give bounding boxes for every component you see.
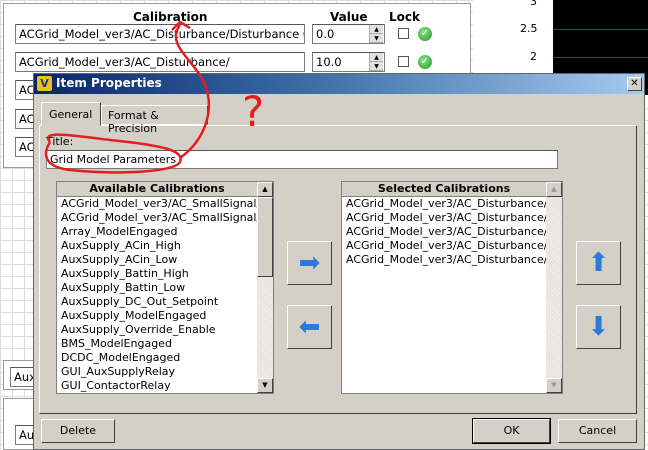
annotation-question-mark: ? [242,87,264,136]
annotation-circle [44,133,182,174]
annotation-arrow-line [174,24,210,160]
annotation-arrowhead [171,20,191,31]
red-annotation: ? [44,20,264,174]
